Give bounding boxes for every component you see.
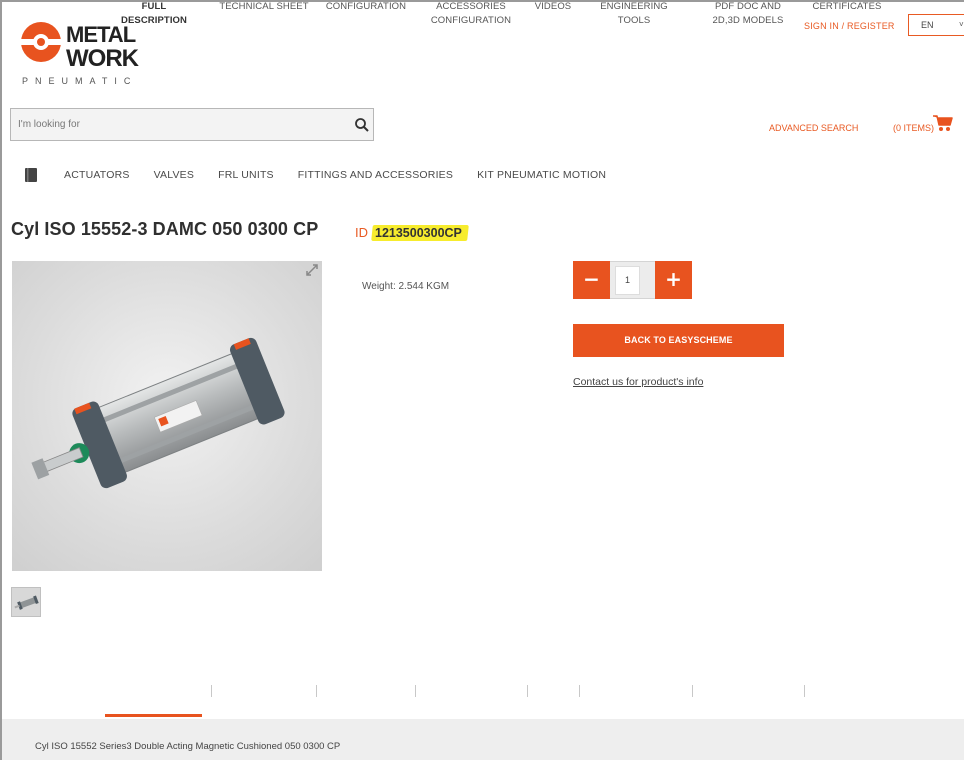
description-panel xyxy=(2,719,964,760)
tab-separator xyxy=(316,685,317,697)
tab-separator xyxy=(211,685,212,697)
tab-videos[interactable]: VIDEOS xyxy=(531,0,575,14)
quantity-value: 1 xyxy=(615,266,640,295)
chevron-down-icon: ˅ xyxy=(959,20,964,29)
tab-technical-sheet[interactable]: TECHNICAL SHEET xyxy=(216,0,312,14)
product-id-value: 1213500300CP xyxy=(375,226,462,240)
advanced-search-link[interactable]: ADVANCED SEARCH xyxy=(769,123,858,133)
expand-icon[interactable] xyxy=(304,262,320,278)
tab-accessories-configuration[interactable]: ACCESSORIES CONFIGURATION xyxy=(421,0,521,28)
language-value: EN xyxy=(921,20,934,30)
search-icon[interactable] xyxy=(354,117,370,133)
active-tab-indicator xyxy=(105,714,202,717)
tab-separator xyxy=(415,685,416,697)
nav-item-fittings[interactable]: FITTINGS AND ACCESSORIES xyxy=(298,169,453,181)
product-title: Cyl ISO 15552-3 DAMC 050 0300 CP xyxy=(11,219,319,239)
tab-separator xyxy=(579,685,580,697)
tab-full-description[interactable]: FULL DESCRIPTION xyxy=(120,0,188,28)
quantity-field[interactable]: 1 xyxy=(610,261,655,299)
search-input[interactable] xyxy=(11,109,341,140)
back-to-easyscheme-button[interactable]: BACK TO EASYSCHEME xyxy=(573,324,784,357)
tab-configuration[interactable]: CONFIGURATION xyxy=(321,0,411,14)
tab-engineering-tools[interactable]: ENGINEERING TOOLS xyxy=(586,0,682,28)
tab-separator xyxy=(692,685,693,697)
language-select[interactable]: EN ˅ xyxy=(908,14,964,36)
thumbnail-image xyxy=(14,595,39,610)
contact-link[interactable]: Contact us for product's info xyxy=(573,376,703,388)
nav-item-valves[interactable]: VALVES xyxy=(154,169,195,181)
tab-pdf-doc-models[interactable]: PDF DOC AND 2D,3D MODELS xyxy=(698,0,798,28)
product-id: 1213500300CP xyxy=(371,225,469,241)
tab-certificates[interactable]: CERTIFICATES xyxy=(808,0,886,14)
product-id-label: ID xyxy=(355,225,368,240)
quantity-stepper: − 1 + xyxy=(573,261,692,299)
cart-items-count[interactable]: (0 ITEMS) xyxy=(893,123,934,133)
logo-mark-icon: METAL WORK xyxy=(19,22,141,72)
tab-separator xyxy=(527,685,528,697)
svg-text:WORK: WORK xyxy=(66,45,140,72)
increase-quantity-button[interactable]: + xyxy=(655,261,692,299)
catalog-book-icon[interactable] xyxy=(24,167,38,183)
nav-item-actuators[interactable]: ACTUATORS xyxy=(64,169,130,181)
product-image[interactable] xyxy=(12,261,322,571)
nav-item-kit-pneumatic-motion[interactable]: KIT PNEUMATIC MOTION xyxy=(477,169,606,181)
tab-separator xyxy=(804,685,805,697)
search-box xyxy=(10,108,374,141)
cart-icon[interactable] xyxy=(932,113,954,133)
nav-item-frl-units[interactable]: FRL UNITS xyxy=(218,169,274,181)
product-thumbnail[interactable] xyxy=(11,587,41,617)
sign-in-register-link[interactable]: SIGN IN / REGISTER xyxy=(804,21,895,31)
main-nav: ACTUATORS VALVES FRL UNITS FITTINGS AND … xyxy=(24,165,630,185)
product-description: Cyl ISO 15552 Series3 Double Acting Magn… xyxy=(35,741,341,752)
decrease-quantity-button[interactable]: − xyxy=(573,261,610,299)
cylinder-image xyxy=(31,337,285,489)
product-weight: Weight: 2.544 KGM xyxy=(362,281,450,292)
logo-subtitle: PNEUMATIC xyxy=(22,76,138,86)
